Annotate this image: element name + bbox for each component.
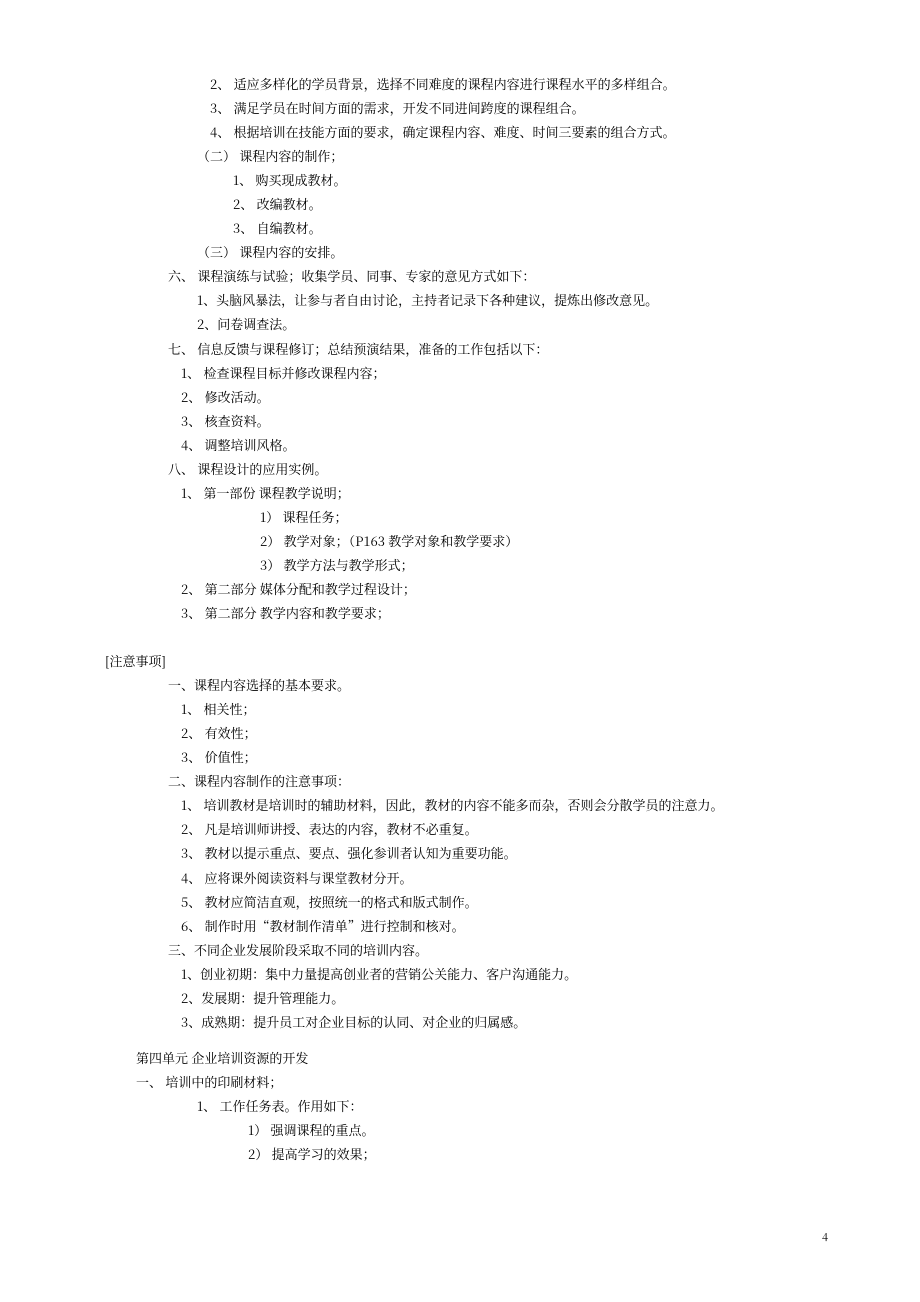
page-number: 4	[822, 1227, 828, 1247]
text-line: 1、 培训教材是培训时的辅助材料，因此，教材的内容不能多而杂，否则会分散学员的注…	[105, 793, 815, 817]
text-line: 2、 有效性；	[105, 721, 815, 745]
text-line: 2） 提高学习的效果；	[105, 1142, 815, 1166]
text-line: 七、 信息反馈与课程修订；总结预演结果，准备的工作包括以下：	[105, 337, 815, 361]
text-line: 一、课程内容选择的基本要求。	[105, 673, 815, 697]
text-line: 1、 购买现成教材。	[105, 168, 815, 192]
text-line: 3、 核查资料。	[105, 409, 815, 433]
text-line: 1、头脑风暴法，让参与者自由讨论，主持者记录下各种建议，提炼出修改意见。	[105, 288, 815, 312]
document-page: 2、 适应多样化的学员背景，选择不同难度的课程内容进行课程水平的多样组合。3、 …	[0, 0, 920, 1302]
text-line: （二） 课程内容的制作；	[105, 144, 815, 168]
text-line: 2、 适应多样化的学员背景，选择不同难度的课程内容进行课程水平的多样组合。	[105, 72, 815, 96]
text-line: 3） 教学方法与教学形式；	[105, 553, 815, 577]
text-line: 3、成熟期：提升员工对企业目标的认同、对企业的归属感。	[105, 1010, 815, 1034]
text-line: 1、 工作任务表。作用如下：	[105, 1094, 815, 1118]
text-line: 3、 教材以提示重点、要点、强化参训者认知为重要功能。	[105, 841, 815, 865]
text-line: 第四单元 企业培训资源的开发	[105, 1046, 815, 1070]
text-line: 4、 根据培训在技能方面的要求，确定课程内容、难度、时间三要素的组合方式。	[105, 120, 815, 144]
text-line: 1、 第一部份 课程教学说明；	[105, 481, 815, 505]
text-line: 八、 课程设计的应用实例。	[105, 457, 815, 481]
text-line: 1） 强调课程的重点。	[105, 1118, 815, 1142]
text-line: 2、发展期：提升管理能力。	[105, 986, 815, 1010]
text-line: 2） 教学对象；（P163 教学对象和教学要求）	[105, 529, 815, 553]
text-line: 2、 凡是培训师讲授、表达的内容，教材不必重复。	[105, 817, 815, 841]
blank-line	[105, 1034, 815, 1046]
text-line: 5、 教材应简洁直观，按照统一的格式和版式制作。	[105, 890, 815, 914]
text-line: [注意事项]	[105, 649, 815, 673]
text-line: 二、课程内容制作的注意事项：	[105, 769, 815, 793]
text-line: 4、 应将课外阅读资料与课堂教材分开。	[105, 866, 815, 890]
text-line: 1） 课程任务；	[105, 505, 815, 529]
text-line: 3、 自编教材。	[105, 216, 815, 240]
text-line: 1、 相关性；	[105, 697, 815, 721]
text-line: 一、 培训中的印刷材料；	[105, 1070, 815, 1094]
text-line: 4、 调整培训风格。	[105, 433, 815, 457]
text-line: 1、创业初期：集中力量提高创业者的营销公关能力、客户沟通能力。	[105, 962, 815, 986]
text-line: 2、 修改活动。	[105, 385, 815, 409]
text-line: （三） 课程内容的安排。	[105, 240, 815, 264]
text-line: 2、 改编教材。	[105, 192, 815, 216]
text-line: 六、 课程演练与试验；收集学员、同事、专家的意见方式如下：	[105, 264, 815, 288]
text-line: 6、 制作时用“教材制作清单”进行控制和核对。	[105, 914, 815, 938]
text-line: 3、 第二部分 教学内容和教学要求；	[105, 601, 815, 625]
document-body: 2、 适应多样化的学员背景，选择不同难度的课程内容进行课程水平的多样组合。3、 …	[105, 72, 815, 1166]
text-line: 1、 检查课程目标并修改课程内容；	[105, 361, 815, 385]
blank-line	[105, 625, 815, 649]
text-line: 2、 第二部分 媒体分配和教学过程设计；	[105, 577, 815, 601]
text-line: 三、不同企业发展阶段采取不同的培训内容。	[105, 938, 815, 962]
text-line: 2、问卷调查法。	[105, 312, 815, 336]
text-line: 3、 价值性；	[105, 745, 815, 769]
text-line: 3、 满足学员在时间方面的需求，开发不同进间跨度的课程组合。	[105, 96, 815, 120]
